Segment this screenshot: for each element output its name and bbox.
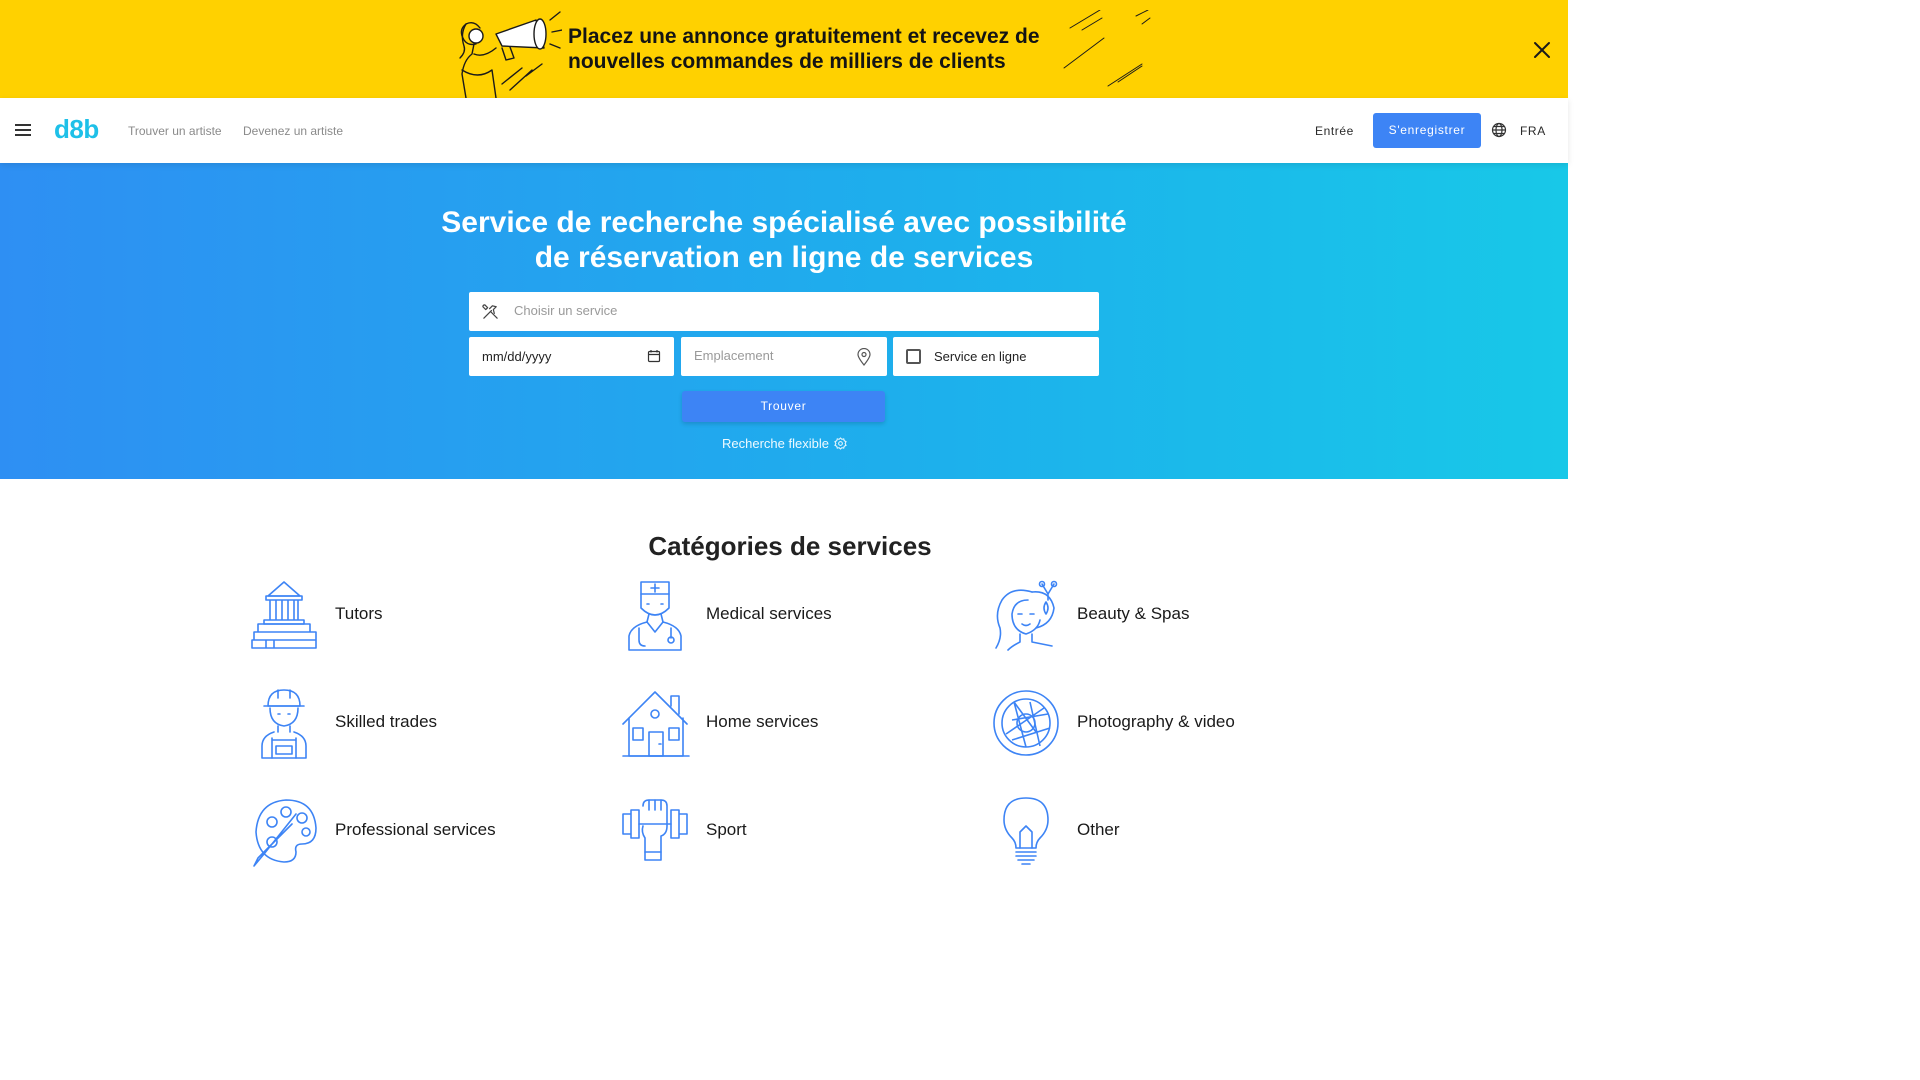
category-label: Skilled trades xyxy=(335,712,438,731)
category-label: Other xyxy=(1077,820,1120,839)
category-photography-video[interactable]: Photography & video xyxy=(992,688,1292,760)
category-label: Photography & video xyxy=(1077,712,1235,731)
location-input[interactable] xyxy=(694,348,844,363)
date-field[interactable]: mm/dd/yyyy xyxy=(469,337,674,376)
location-pin-icon xyxy=(857,348,871,366)
close-icon[interactable] xyxy=(1530,38,1554,62)
gear-icon[interactable] xyxy=(834,437,847,450)
online-service-label: Service en ligne xyxy=(934,349,1027,364)
service-field[interactable] xyxy=(469,292,1099,331)
category-sport[interactable]: Sport xyxy=(621,796,901,868)
category-home-services[interactable]: Home services xyxy=(621,688,901,760)
palette-icon xyxy=(253,799,317,867)
promo-banner: Placez une annonce gratuitement et recev… xyxy=(0,0,1568,98)
dumbbell-icon xyxy=(622,799,688,861)
category-label: Professional services xyxy=(335,820,496,839)
find-button[interactable]: Trouver xyxy=(682,391,885,422)
nav-link-become-artist[interactable]: Devenez un artiste xyxy=(243,124,343,138)
category-label: Sport xyxy=(706,820,747,839)
register-button[interactable]: S'enregistrer xyxy=(1373,113,1481,148)
login-link[interactable]: Entrée xyxy=(1315,124,1354,138)
category-medical-services[interactable]: Medical services xyxy=(621,580,901,652)
category-skilled-trades[interactable]: Skilled trades xyxy=(250,688,530,760)
tools-icon xyxy=(482,304,498,319)
beauty-icon xyxy=(995,580,1058,651)
categories-title: Catégories de services xyxy=(648,531,932,561)
library-icon xyxy=(251,581,317,649)
house-icon xyxy=(622,691,690,757)
lightbulb-icon xyxy=(1003,797,1049,865)
language-selector[interactable]: FRA xyxy=(1520,124,1546,138)
location-field[interactable] xyxy=(681,337,887,376)
hero-title-line-1: Service de recherche spécialisé avec pos… xyxy=(441,206,1127,239)
category-label: Home services xyxy=(706,712,819,731)
checkbox[interactable] xyxy=(906,349,921,364)
category-tutors[interactable]: Tutors xyxy=(250,580,530,652)
globe-icon[interactable] xyxy=(1491,122,1507,138)
logo[interactable]: d8b xyxy=(54,114,99,145)
calendar-icon[interactable] xyxy=(647,349,661,363)
category-label: Beauty & Spas xyxy=(1077,604,1190,623)
promo-line-1: Placez une annonce gratuitement et recev… xyxy=(568,25,1040,48)
online-service-checkbox[interactable]: Service en ligne xyxy=(893,337,1099,376)
flexible-search-link[interactable]: Recherche flexible xyxy=(722,436,829,451)
decorative-lines xyxy=(1063,10,1151,87)
hero-title: Service de recherche spécialisé avec pos… xyxy=(434,205,1134,275)
hamburger-menu-icon[interactable] xyxy=(12,119,34,141)
hero-search-section: Service de recherche spécialisé avec pos… xyxy=(0,163,1568,479)
category-professional-services[interactable]: Professional services xyxy=(250,796,530,868)
category-beauty-spas[interactable]: Beauty & Spas xyxy=(992,580,1292,652)
megaphone-woman-illustration xyxy=(459,11,562,98)
promo-line-2: nouvelles commandes de milliers de clien… xyxy=(568,50,1006,73)
top-navigation: d8b Trouver un artiste Devenez un artist… xyxy=(0,98,1568,163)
category-label: Tutors xyxy=(335,604,383,623)
nav-link-find-artist[interactable]: Trouver un artiste xyxy=(128,124,222,138)
service-input[interactable] xyxy=(514,303,1074,318)
aperture-icon xyxy=(993,690,1059,756)
category-other[interactable]: Other xyxy=(992,796,1292,868)
date-input[interactable]: mm/dd/yyyy xyxy=(482,349,551,364)
nurse-icon xyxy=(628,581,682,651)
worker-icon xyxy=(261,689,307,759)
hero-title-line-2: de réservation en ligne de services xyxy=(534,241,1034,274)
category-label: Medical services xyxy=(706,604,832,623)
promo-message: Placez une annonce gratuitement et recev… xyxy=(568,24,1048,74)
